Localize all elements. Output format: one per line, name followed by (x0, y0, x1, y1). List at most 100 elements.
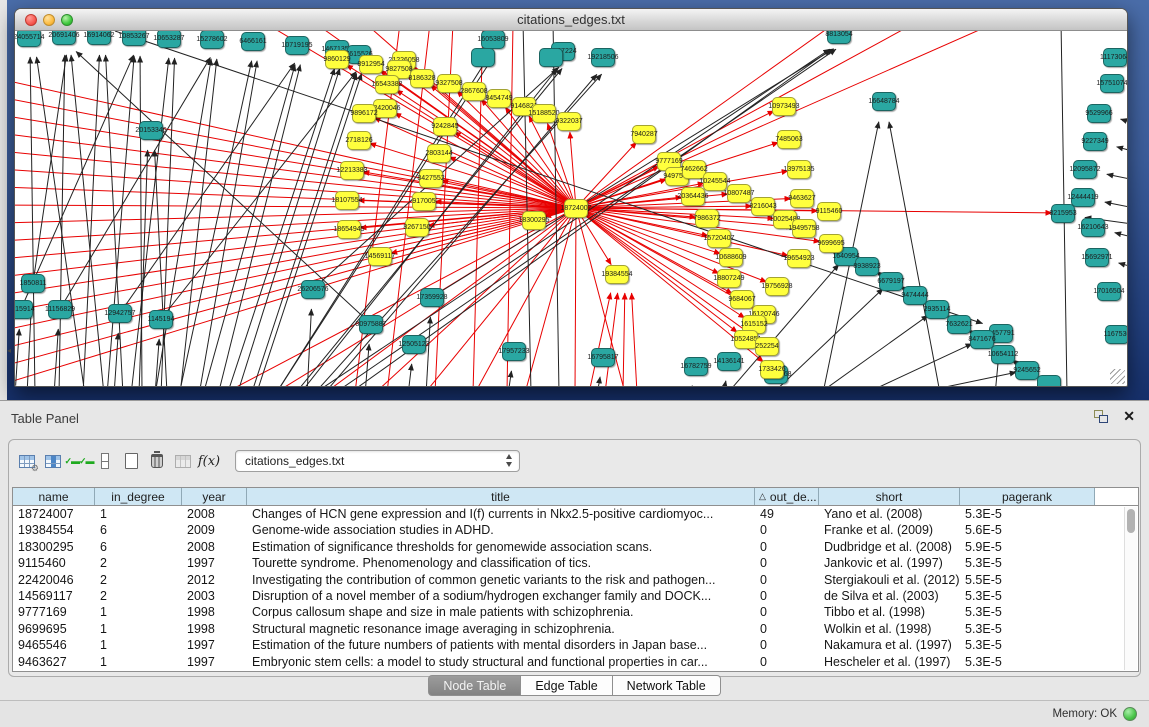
graph-node[interactable]: 11173064 (1103, 48, 1127, 67)
graph-node[interactable]: 12444419 (1071, 188, 1095, 207)
graph-node[interactable]: 9463627 (790, 189, 814, 208)
graph-node[interactable]: 18107554 (335, 191, 359, 210)
graph-node[interactable]: 3915914 (15, 300, 33, 319)
graph-node[interactable]: 15720407 (707, 229, 731, 248)
graph-node[interactable]: 10719195 (285, 36, 309, 55)
network-canvas[interactable]: 2405571420691406169140621085326710653287… (15, 31, 1127, 386)
graph-node[interactable]: 16053809 (481, 31, 505, 49)
graph-node[interactable] (539, 48, 563, 67)
show-columns-icon[interactable] (41, 449, 65, 473)
graph-node[interactable]: 12942757 (108, 304, 132, 323)
column-header-short[interactable]: short (819, 488, 960, 505)
graph-node[interactable]: 9227349 (1083, 132, 1107, 151)
graph-node[interactable]: 8427552 (419, 169, 443, 188)
graph-node[interactable]: 15188520 (532, 104, 556, 123)
graph-node[interactable] (471, 48, 495, 67)
graph-node[interactable]: 8471676 (970, 330, 994, 349)
graph-node[interactable]: 2718126 (347, 131, 371, 150)
scrollbar-thumb[interactable] (1127, 509, 1135, 533)
close-panel-icon[interactable]: ✕ (1123, 408, 1135, 425)
graph-node[interactable]: 26206576 (301, 280, 325, 299)
graph-node[interactable]: 9699695 (819, 234, 843, 253)
graph-node[interactable]: 15692971 (1085, 248, 1109, 267)
column-header-out_de[interactable]: △out_de... (755, 488, 819, 505)
graph-node[interactable] (1037, 375, 1061, 387)
table-row[interactable]: 2242004622012Investigating the contribut… (13, 572, 1138, 588)
graph-node[interactable]: 8216043 (751, 197, 775, 216)
column-header-year[interactable]: year (182, 488, 247, 505)
column-header-title[interactable]: title (247, 488, 755, 505)
graph-node[interactable]: 14569117 (368, 247, 392, 266)
graph-node[interactable]: 10245544 (703, 172, 727, 191)
graph-node[interactable]: 15751074 (1100, 74, 1124, 93)
window-titlebar[interactable]: citations_edges.txt (15, 9, 1127, 31)
graph-node[interactable]: 9115460 (817, 202, 841, 221)
graph-node[interactable]: 9474444 (903, 286, 927, 305)
graph-node[interactable]: 8938923 (855, 257, 879, 276)
graph-node[interactable]: 18807249 (717, 269, 741, 288)
float-panel-icon[interactable] (1094, 410, 1109, 424)
graph-node[interactable]: 13975135 (787, 160, 811, 179)
graph-node[interactable]: 19756928 (765, 277, 789, 296)
graph-node[interactable]: 18724007 (564, 199, 588, 218)
graph-node[interactable]: 9327508 (437, 74, 461, 93)
graph-node[interactable]: 10688609 (719, 248, 743, 267)
table-row[interactable]: 946554611997Estimation of the future num… (13, 637, 1138, 653)
column-header-in_degree[interactable]: in_degree (95, 488, 182, 505)
graph-node[interactable]: 10654112 (991, 345, 1015, 364)
graph-node[interactable]: 17957233 (502, 342, 526, 361)
graph-node[interactable]: 30975887 (359, 315, 383, 334)
graph-node[interactable]: 16648784 (872, 92, 896, 111)
graph-node[interactable]: 19654923 (787, 249, 811, 268)
graph-node[interactable]: 16543382 (375, 75, 399, 94)
tab-edge-table[interactable]: Edge Table (521, 675, 612, 696)
graph-node[interactable]: 12095872 (1073, 160, 1097, 179)
column-header-pagerank[interactable]: pagerank (960, 488, 1095, 505)
select-rows-check-icon[interactable]: ✓▬✓▬ (67, 449, 91, 473)
graph-node[interactable]: 1850811 (21, 274, 45, 293)
graph-node[interactable]: 16782759 (684, 357, 708, 376)
column-header-name[interactable]: name (13, 488, 95, 505)
table-row[interactable]: 1938455462009Genome-wide association stu… (13, 522, 1138, 538)
graph-node[interactable]: 8454749 (487, 89, 511, 108)
window-resize-grip[interactable] (1110, 369, 1125, 384)
graph-node[interactable]: 917005 (412, 192, 436, 211)
table-row[interactable]: 969969511998Structural magnetic resonanc… (13, 621, 1138, 637)
memory-status-indicator[interactable] (1123, 707, 1137, 721)
graph-node[interactable]: 8912954 (359, 55, 383, 74)
graph-node[interactable]: 1145194 (149, 310, 173, 329)
graph-node[interactable]: 6679197 (879, 272, 903, 291)
table-row[interactable]: 911546021997Tourette syndrome. Phenomeno… (13, 555, 1138, 571)
graph-node[interactable]: 10653287 (157, 31, 181, 48)
vertical-scrollbar[interactable] (1124, 507, 1137, 670)
graph-node[interactable]: 2935114 (925, 300, 949, 319)
graph-node[interactable]: 8215953 (1051, 204, 1075, 223)
graph-node[interactable]: 18654945 (337, 220, 361, 239)
graph-node[interactable]: 16795817 (591, 348, 615, 367)
graph-node[interactable]: 8267150 (405, 218, 429, 237)
tab-network-table[interactable]: Network Table (613, 675, 721, 696)
graph-node[interactable]: 2803144 (427, 144, 451, 163)
graph-node[interactable]: 7940287 (632, 125, 656, 144)
graph-node[interactable]: 20153346 (139, 121, 163, 140)
network-view-window[interactable]: citations_edges.txt 24055714206914061691… (14, 8, 1128, 387)
graph-node[interactable]: 16210643 (1081, 218, 1105, 237)
graph-node[interactable]: 16914062 (87, 31, 111, 45)
graph-node[interactable]: 9684067 (730, 290, 754, 309)
graph-node[interactable]: 14136141 (717, 352, 741, 371)
graph-node[interactable]: 2867608 (462, 82, 486, 101)
graph-node[interactable]: 9242845 (433, 117, 457, 136)
graph-node[interactable]: 17016504 (1097, 282, 1121, 301)
graph-node[interactable]: 10807487 (727, 184, 751, 203)
graph-node[interactable]: 9896172 (352, 104, 376, 123)
graph-node[interactable]: 9245652 (1015, 361, 1039, 380)
graph-node[interactable]: 252254 (755, 337, 779, 356)
import-table-disabled-icon[interactable] (171, 449, 195, 473)
graph-node[interactable]: 1733426 (760, 360, 784, 379)
graph-node[interactable]: 9529966 (1087, 104, 1111, 123)
graph-node[interactable]: 7632621 (947, 315, 971, 334)
graph-node[interactable]: 7986372 (695, 209, 719, 228)
graph-node[interactable]: 12213383 (340, 161, 364, 180)
graph-node[interactable]: 9860129 (325, 50, 349, 69)
graph-node[interactable]: 6466161 (241, 32, 265, 51)
